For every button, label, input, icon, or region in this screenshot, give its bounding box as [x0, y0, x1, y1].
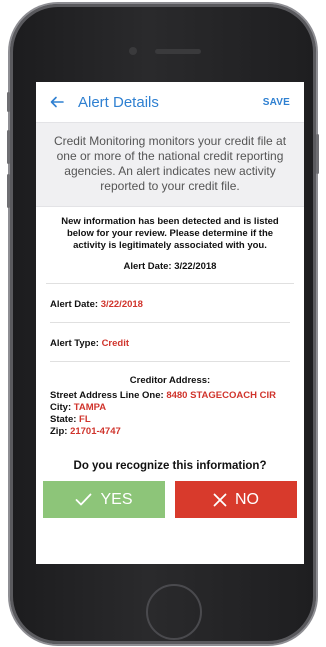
city-value: TAMPA [73, 402, 107, 413]
no-button-label: NO [235, 490, 259, 508]
notice-alert-date-value: 3/22/2018 [174, 261, 217, 272]
alert-type-value: Credit [101, 338, 130, 349]
alert-date-label: Alert Date: [50, 299, 99, 310]
no-button[interactable]: NO [175, 481, 297, 518]
state-label: State: [50, 414, 77, 425]
volume-down-button [7, 174, 10, 208]
front-camera [129, 47, 137, 55]
state-value: FL [79, 414, 91, 425]
top-bar: Alert Details SAVE [36, 82, 304, 122]
zip-label: Zip: [50, 426, 68, 437]
alert-type-label: Alert Type: [50, 338, 99, 349]
yes-button[interactable]: YES [43, 481, 165, 518]
power-button [316, 134, 319, 174]
street-line: Street Address Line One: 8480 STAGECOACH… [50, 390, 290, 402]
mute-switch [7, 92, 10, 112]
alert-date-row: Alert Date: 3/22/2018 [50, 284, 290, 323]
volume-up-button [7, 130, 10, 164]
close-icon [213, 493, 227, 507]
app-screen: Alert Details SAVE Credit Monitoring mon… [36, 82, 304, 564]
checkmark-icon [75, 493, 92, 506]
notice-alert-date: Alert Date: 3/22/2018 [46, 252, 294, 284]
back-arrow-icon[interactable] [50, 92, 78, 113]
home-button[interactable] [146, 584, 202, 640]
street-value: 8480 STAGECOACH CIR [166, 390, 276, 401]
notice-text: New information has been detected and is… [61, 216, 279, 251]
creditor-address: Creditor Address: Street Address Line On… [50, 362, 290, 450]
zip-line: Zip: 21701-4747 [50, 426, 290, 438]
page-title: Alert Details [78, 93, 159, 111]
recognize-question: Do you recognize this information? [73, 460, 267, 472]
speaker-grille [155, 49, 201, 54]
save-button[interactable]: SAVE [263, 97, 290, 108]
city-label: City: [50, 402, 72, 413]
notice-alert-date-label: Alert Date: [123, 261, 172, 272]
street-label: Street Address Line One: [50, 390, 164, 401]
state-line: State: FL [50, 414, 290, 426]
zip-value: 21701-4747 [70, 426, 121, 437]
creditor-address-heading: Creditor Address: [129, 375, 211, 386]
yes-button-label: YES [100, 490, 133, 508]
action-buttons: YES NO [36, 481, 304, 518]
alert-type-row: Alert Type: Credit [50, 323, 290, 362]
city-line: City: TAMPA [50, 402, 290, 414]
alert-card: New information has been detected and is… [36, 207, 304, 284]
alert-date-value: 3/22/2018 [100, 299, 143, 310]
intro-text: Credit Monitoring monitors your credit f… [36, 122, 304, 207]
